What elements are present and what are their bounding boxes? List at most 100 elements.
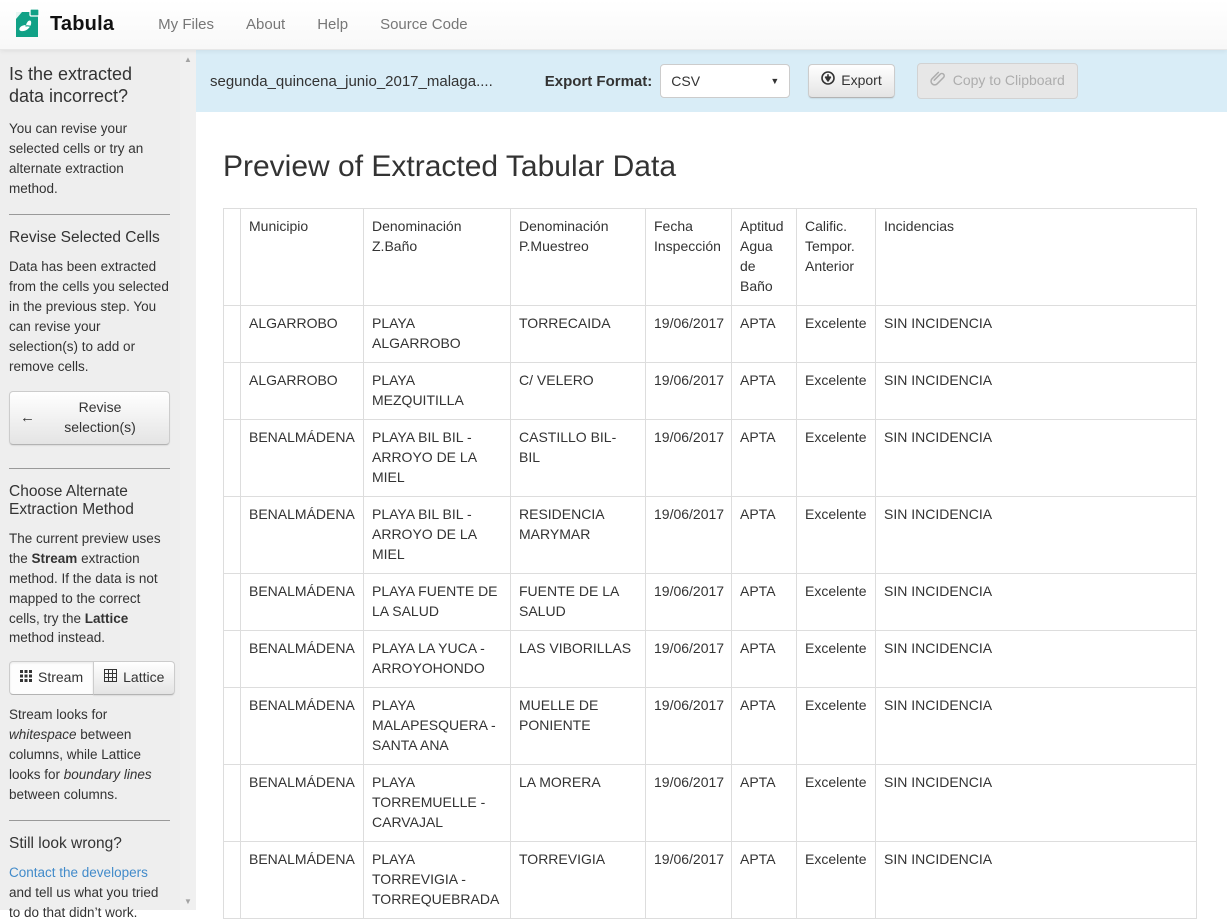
table-row: BENALMÁDENAPLAYA BIL BIL - ARROYO DE LA … bbox=[224, 496, 1197, 573]
copy-icon bbox=[930, 70, 946, 92]
table-cell: APTA bbox=[732, 687, 797, 764]
table-cell: PLAYA TORREVIGIA - TORREQUEBRADA bbox=[364, 841, 511, 918]
contact-developers-link[interactable]: Contact the developers bbox=[9, 865, 148, 880]
table-cell: SIN INCIDENCIA bbox=[876, 305, 1197, 362]
export-button[interactable]: Export bbox=[808, 64, 894, 98]
table-cell: SIN INCIDENCIA bbox=[876, 362, 1197, 419]
table-cell: Excelente bbox=[797, 687, 876, 764]
nav-links: My Files About Help Source Code bbox=[142, 1, 483, 48]
table-cell: Excelente bbox=[797, 496, 876, 573]
table-cell: APTA bbox=[732, 362, 797, 419]
table-cell: PLAYA TORREMUELLE - CARVAJAL bbox=[364, 764, 511, 841]
table-cell bbox=[224, 630, 241, 687]
export-format-label: Export Format: bbox=[545, 73, 653, 90]
table-cell: SIN INCIDENCIA bbox=[876, 419, 1197, 496]
table-cell bbox=[224, 841, 241, 918]
nav-link-source-code[interactable]: Source Code bbox=[364, 1, 484, 48]
table-cell: 19/06/2017 bbox=[646, 687, 732, 764]
table-cell bbox=[224, 419, 241, 496]
table-cell bbox=[224, 305, 241, 362]
table-cell: RESIDENCIA MARYMAR bbox=[511, 496, 646, 573]
column-header: Denominación Z.Baño bbox=[364, 209, 511, 306]
table-cell: SIN INCIDENCIA bbox=[876, 496, 1197, 573]
table-cell: PLAYA MEZQUITILLA bbox=[364, 362, 511, 419]
table-cell: SIN INCIDENCIA bbox=[876, 841, 1197, 918]
scroll-down-icon[interactable]: ▼ bbox=[180, 894, 196, 908]
lattice-button-label: Lattice bbox=[123, 668, 164, 688]
revise-selection-button[interactable]: ← Revise selection(s) bbox=[9, 391, 170, 445]
table-cell: APTA bbox=[732, 841, 797, 918]
divider bbox=[9, 820, 170, 821]
column-header: Denominación P.Muestreo bbox=[511, 209, 646, 306]
table-row: BENALMÁDENAPLAYA MALAPESQUERA - SANTA AN… bbox=[224, 687, 1197, 764]
column-header: Municipio bbox=[241, 209, 364, 306]
table-cell: APTA bbox=[732, 630, 797, 687]
still-wrong-heading: Still look wrong? bbox=[9, 835, 170, 853]
table-cell: PLAYA ALGARROBO bbox=[364, 305, 511, 362]
column-header bbox=[224, 209, 241, 306]
table-cell: 19/06/2017 bbox=[646, 630, 732, 687]
table-cell: LAS VIBORILLAS bbox=[511, 630, 646, 687]
brand[interactable]: Tabula bbox=[0, 5, 124, 44]
table-cell: 19/06/2017 bbox=[646, 764, 732, 841]
column-header: Incidencias bbox=[876, 209, 1197, 306]
table-cell: 19/06/2017 bbox=[646, 419, 732, 496]
sidebar: Is the extracted data incorrect? You can… bbox=[0, 50, 196, 910]
stream-method-button[interactable]: Stream bbox=[9, 661, 94, 695]
revise-button-label: Revise selection(s) bbox=[41, 398, 159, 438]
table-cell bbox=[224, 687, 241, 764]
document-filename: segunda_quincena_junio_2017_malaga.... bbox=[210, 73, 493, 90]
table-cell: Excelente bbox=[797, 573, 876, 630]
nav-link-about[interactable]: About bbox=[230, 1, 301, 48]
table-row: BENALMÁDENAPLAYA FUENTE DE LA SALUDFUENT… bbox=[224, 573, 1197, 630]
table-cell bbox=[224, 764, 241, 841]
table-cell bbox=[224, 496, 241, 573]
table-cell: ALGARROBO bbox=[241, 305, 364, 362]
column-header: Fecha Inspección bbox=[646, 209, 732, 306]
table-row: BENALMÁDENAPLAYA BIL BIL - ARROYO DE LA … bbox=[224, 419, 1197, 496]
select-caret-icon: ▼ bbox=[770, 76, 779, 86]
table-cell: MUELLE DE PONIENTE bbox=[511, 687, 646, 764]
table-cell: Excelente bbox=[797, 764, 876, 841]
table-cell: CASTILLO BIL-BIL bbox=[511, 419, 646, 496]
export-format-select[interactable]: CSV ▼ bbox=[660, 64, 790, 98]
table-cell: APTA bbox=[732, 764, 797, 841]
table-cell: BENALMÁDENA bbox=[241, 573, 364, 630]
table-cell: 19/06/2017 bbox=[646, 362, 732, 419]
arrow-left-icon: ← bbox=[20, 410, 35, 425]
nav-link-help[interactable]: Help bbox=[301, 1, 364, 48]
table-cell: APTA bbox=[732, 496, 797, 573]
table-row: BENALMÁDENAPLAYA TORREMUELLE - CARVAJALL… bbox=[224, 764, 1197, 841]
table-cell: ALGARROBO bbox=[241, 362, 364, 419]
lattice-icon bbox=[104, 668, 117, 688]
table-cell: SIN INCIDENCIA bbox=[876, 687, 1197, 764]
table-row: ALGARROBOPLAYA ALGARROBOTORRECAIDA19/06/… bbox=[224, 305, 1197, 362]
table-cell: Excelente bbox=[797, 419, 876, 496]
table-cell: BENALMÁDENA bbox=[241, 419, 364, 496]
table-cell bbox=[224, 573, 241, 630]
logo-icon bbox=[12, 5, 42, 44]
nav-link-my-files[interactable]: My Files bbox=[142, 1, 230, 48]
table-cell: SIN INCIDENCIA bbox=[876, 630, 1197, 687]
table-cell: LA MORERA bbox=[511, 764, 646, 841]
column-header: Calific. Tempor. Anterior bbox=[797, 209, 876, 306]
divider bbox=[9, 468, 170, 469]
table-cell bbox=[224, 362, 241, 419]
sidebar-scrollbar[interactable]: ▲ ▼ bbox=[180, 50, 196, 910]
table-header-row: MunicipioDenominación Z.BañoDenominación… bbox=[224, 209, 1197, 306]
navbar: Tabula My Files About Help Source Code bbox=[0, 0, 1227, 50]
brand-title: Tabula bbox=[50, 13, 114, 36]
lattice-method-button[interactable]: Lattice bbox=[93, 661, 175, 695]
revise-text: Data has been extracted from the cells y… bbox=[9, 257, 170, 377]
copy-button-label: Copy to Clipboard bbox=[953, 71, 1065, 91]
stream-button-label: Stream bbox=[38, 668, 83, 688]
alternate-heading: Choose Alternate Extraction Method bbox=[9, 483, 170, 519]
table-cell: PLAYA FUENTE DE LA SALUD bbox=[364, 573, 511, 630]
table-cell: Excelente bbox=[797, 841, 876, 918]
scroll-up-icon[interactable]: ▲ bbox=[180, 52, 196, 66]
table-cell: PLAYA BIL BIL - ARROYO DE LA MIEL bbox=[364, 496, 511, 573]
table-cell: Excelente bbox=[797, 630, 876, 687]
copy-to-clipboard-button[interactable]: Copy to Clipboard bbox=[917, 63, 1078, 99]
table-cell: C/ VELERO bbox=[511, 362, 646, 419]
table-cell: APTA bbox=[732, 573, 797, 630]
